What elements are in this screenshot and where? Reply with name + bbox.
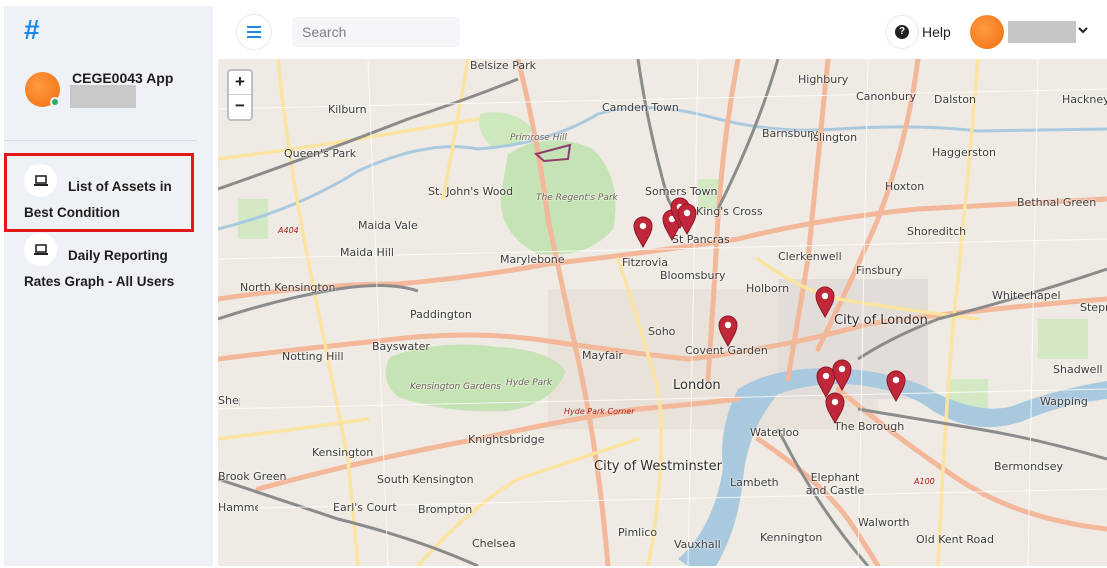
- map-label: Hammersmith: [218, 501, 258, 514]
- map-label: Bayswater: [372, 340, 430, 353]
- app-logo-icon[interactable]: #: [24, 16, 48, 44]
- map-label: Kensington Gardens: [410, 382, 501, 392]
- map-label: Earl's Court: [333, 501, 397, 514]
- map-label: Bermondsey: [994, 460, 1064, 473]
- user-avatar[interactable]: [970, 15, 1004, 49]
- map-marker-icon[interactable]: [677, 203, 697, 235]
- map-label: Maida Vale: [358, 219, 418, 232]
- map-label: Walworth: [858, 516, 910, 529]
- map-marker-icon[interactable]: [832, 359, 852, 391]
- map-label: Wapping: [1040, 395, 1088, 408]
- map-label: Lambeth: [730, 476, 779, 489]
- map-label: Marylebone: [500, 253, 565, 266]
- hamburger-icon: [247, 26, 261, 38]
- zoom-control: + −: [227, 69, 253, 121]
- map-marker-icon[interactable]: [815, 286, 835, 318]
- map-marker-icon[interactable]: [718, 315, 738, 347]
- map-label: Islington: [810, 131, 858, 144]
- highlight-annotation-box: [4, 153, 194, 232]
- chevron-down-icon[interactable]: [1078, 25, 1088, 35]
- map-label: Fitzrovia: [622, 256, 668, 269]
- map-label: Shepherd's Bush: [218, 394, 240, 407]
- map-label: Notting Hill: [282, 350, 344, 363]
- map-label: Stepney: [1080, 301, 1107, 314]
- map-label: The Regent's Park: [536, 193, 618, 203]
- sidebar-item-label: Daily Reporting Rates Graph - All Users: [24, 248, 175, 289]
- map-label: Primrose Hill: [510, 133, 567, 143]
- map-label: Waterloo: [750, 426, 800, 439]
- map-label: Hyde Park Corner: [564, 407, 635, 416]
- map-label: City of Westminster: [594, 459, 722, 474]
- map-label: Old Kent Road: [916, 533, 995, 546]
- redacted-user-name: [1008, 21, 1076, 43]
- map-label: North Kensington: [240, 281, 336, 294]
- map-label: Kensington: [312, 446, 374, 459]
- map-label: London: [673, 378, 721, 393]
- map-label: Shoreditch: [907, 225, 967, 238]
- question-circle-icon: ?: [886, 16, 918, 48]
- map-label: Kennington: [760, 531, 823, 544]
- map-label: Haggerston: [932, 146, 997, 159]
- map-label: Pimlico: [618, 526, 658, 539]
- map-label: Shadwell: [1053, 363, 1103, 376]
- map-label: Bloomsbury: [660, 269, 726, 282]
- map-label: Canonbury: [856, 90, 917, 103]
- map-label: Clerkenwell: [778, 250, 842, 263]
- map-label: Maida Hill: [340, 246, 394, 259]
- map-label: Whitechapel: [992, 289, 1061, 302]
- app-title: CEGE0043 App: [72, 70, 174, 86]
- map-label: St. John's Wood: [428, 185, 514, 198]
- zoom-out-button[interactable]: −: [229, 95, 251, 119]
- map-label: Holborn: [746, 282, 790, 295]
- map-label: Paddington: [410, 308, 472, 321]
- map-label: Queen's Park: [284, 147, 357, 160]
- map-label: Hyde Park: [506, 378, 553, 388]
- map-label: Hoxton: [885, 180, 925, 193]
- map-base-layer: [218, 59, 1107, 566]
- map-label: Brompton: [418, 503, 473, 516]
- map-label: Kilburn: [328, 103, 367, 116]
- map-marker-icon[interactable]: [633, 216, 653, 248]
- map-label: Knightsbridge: [468, 433, 545, 446]
- online-status-icon: [50, 97, 60, 107]
- map-label: South Kensington: [377, 473, 474, 486]
- map-label: Highbury: [798, 73, 849, 86]
- help-label: Help: [922, 24, 951, 40]
- sidebar: # CEGE0043 App List of Assets in Best Co…: [4, 6, 213, 566]
- sidebar-divider: [4, 140, 197, 141]
- map-label: King's Cross: [696, 205, 763, 218]
- map-label: A404: [278, 226, 299, 235]
- map-marker-icon[interactable]: [886, 370, 906, 402]
- sidebar-item-daily-reporting-graph[interactable]: Daily Reporting Rates Graph - All Users: [4, 229, 209, 289]
- map-view[interactable]: + − Belsize Park Highbury Canonbury Dals…: [218, 59, 1107, 566]
- help-button[interactable]: ? Help: [886, 16, 951, 48]
- map-label: Vauxhall: [674, 538, 721, 551]
- map-marker-icon[interactable]: [825, 392, 845, 424]
- map-label: A100: [914, 477, 935, 486]
- map-label: Chelsea: [472, 537, 516, 550]
- map-label: Brook Green: [218, 470, 287, 483]
- map-label: Dalston: [934, 93, 977, 106]
- map-label: Belsize Park: [470, 59, 536, 72]
- map-label: Camden Town: [602, 101, 679, 114]
- map-label: Hackney: [1062, 93, 1107, 106]
- map-label: Bethnal Green: [1017, 196, 1097, 209]
- hamburger-menu-button[interactable]: [237, 15, 271, 49]
- redacted-username: [70, 85, 136, 108]
- map-label: Finsbury: [856, 264, 903, 277]
- map-label: Elephant and Castle: [805, 471, 865, 497]
- search-input[interactable]: [292, 17, 460, 47]
- map-label: Mayfair: [582, 349, 623, 362]
- zoom-in-button[interactable]: +: [229, 71, 251, 95]
- map-label: Soho: [648, 325, 676, 338]
- map-label: City of London: [834, 313, 928, 328]
